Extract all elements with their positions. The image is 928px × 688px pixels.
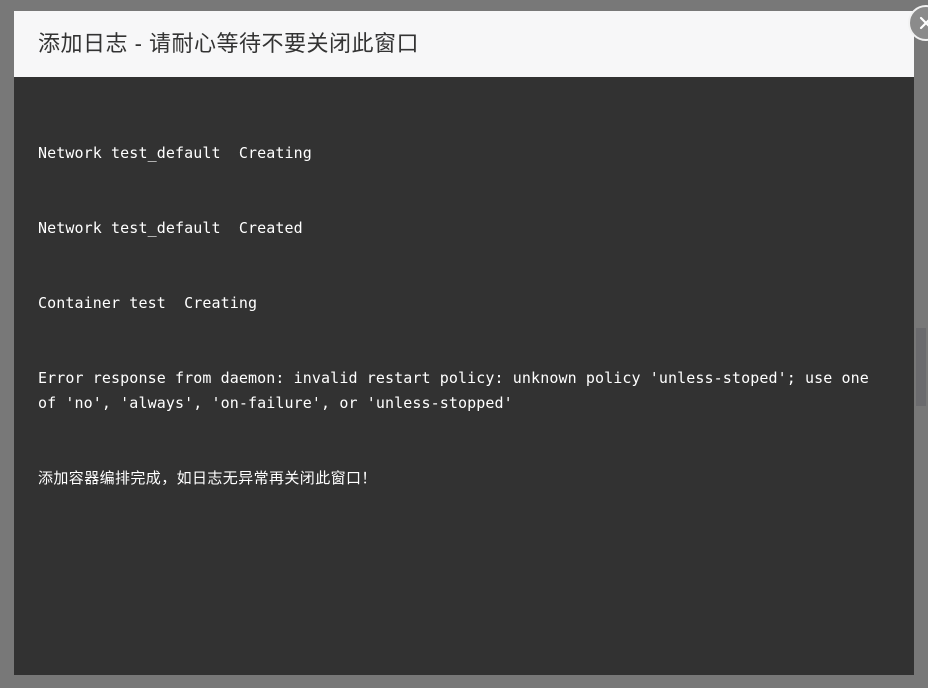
log-console-panel: Network test_default Creating Network te… bbox=[14, 77, 914, 675]
page-scrollbar-thumb[interactable] bbox=[916, 328, 926, 406]
close-icon bbox=[917, 14, 928, 32]
log-line: Container test Creating bbox=[38, 294, 258, 312]
add-log-modal: 添加日志 - 请耐心等待不要关闭此窗口 Network test_default… bbox=[14, 5, 928, 675]
log-console: Network test_default Creating Network te… bbox=[14, 91, 914, 541]
page-scrollbar[interactable] bbox=[914, 0, 928, 688]
modal-header: 添加日志 - 请耐心等待不要关闭此窗口 bbox=[14, 11, 914, 77]
modal-title: 添加日志 - 请耐心等待不要关闭此窗口 bbox=[38, 31, 420, 57]
log-line-error: Error response from daemon: invalid rest… bbox=[38, 369, 879, 412]
log-line-completion-notice: 添加容器编排完成，如日志无异常再关闭此窗口！ bbox=[38, 469, 377, 487]
log-line: Network test_default Creating bbox=[38, 144, 312, 162]
log-line: Network test_default Created bbox=[38, 219, 303, 237]
